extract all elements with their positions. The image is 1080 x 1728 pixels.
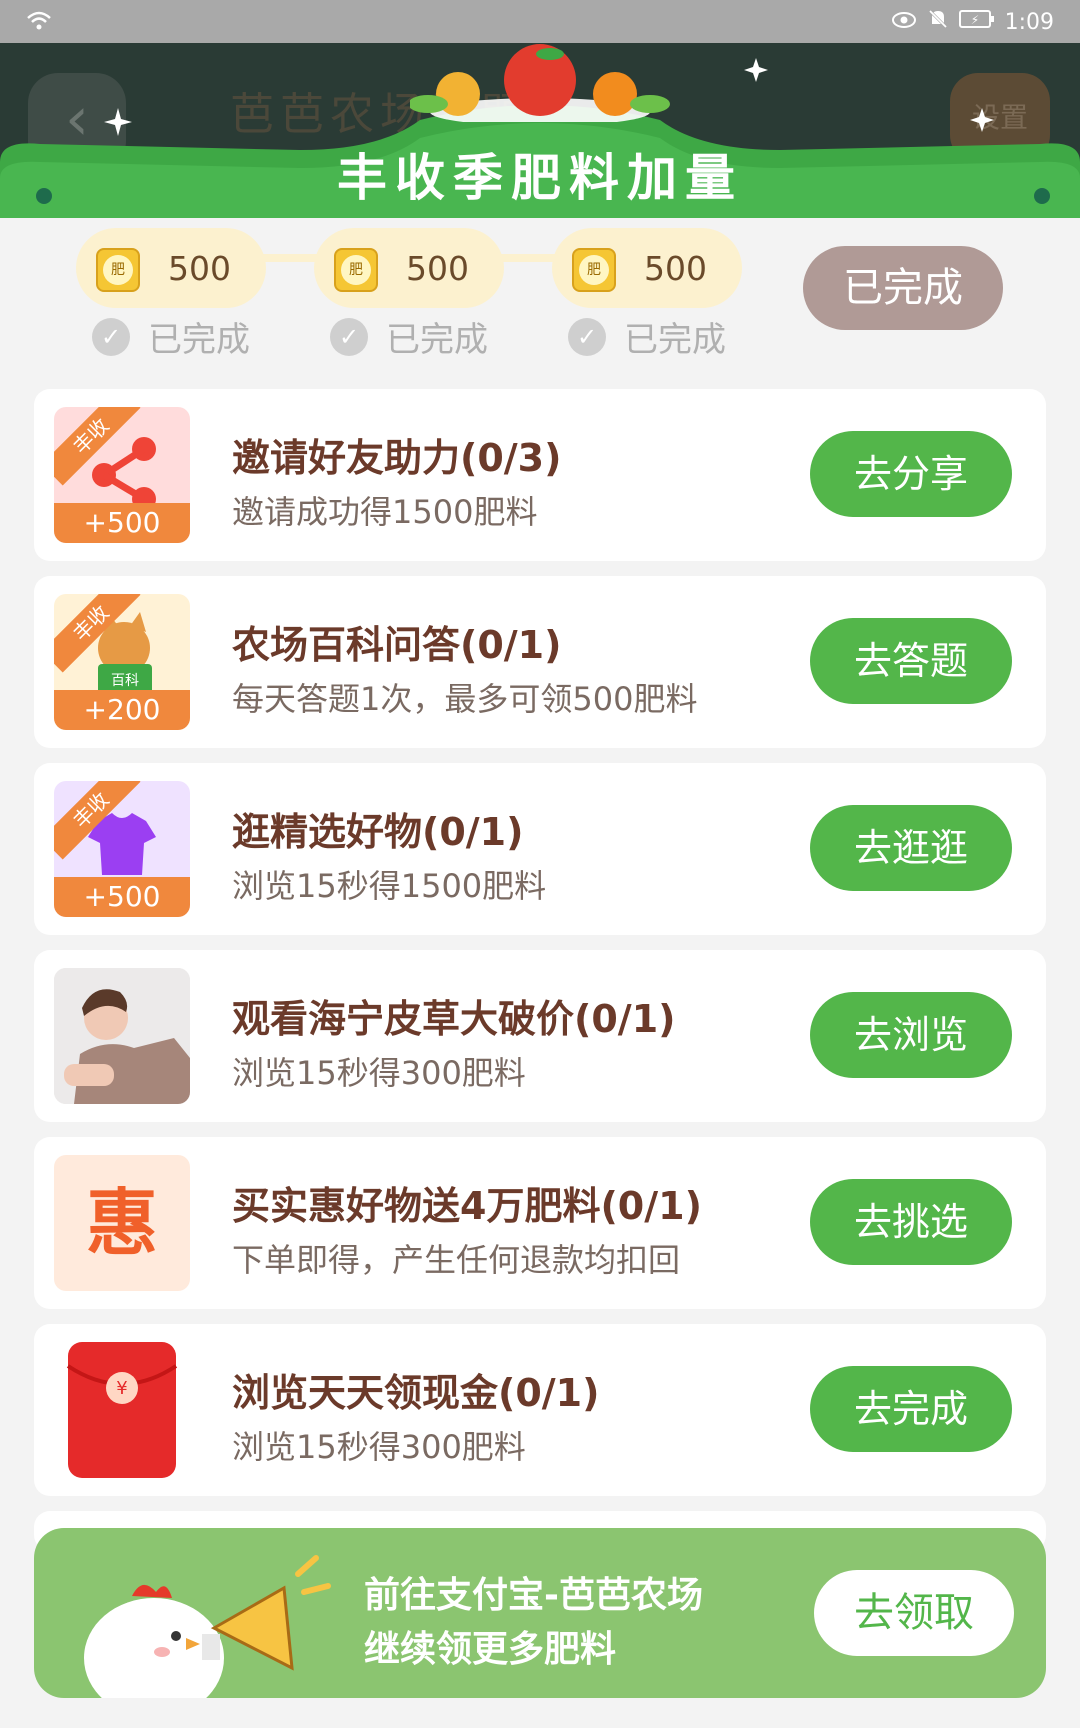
banner-dot [1034, 188, 1050, 204]
battery-icon: ⚡ [958, 9, 995, 35]
red-envelope-icon: ¥ [66, 1342, 178, 1478]
footer-line-1: 前往支付宝-芭芭农场 [364, 1575, 703, 1616]
task-thumbnail: 丰收 +500 [54, 407, 190, 543]
task-card: 丰收 +500 逛精选好物(0/1) 浏览15秒得1500肥料 去逛逛 [34, 763, 1046, 935]
banner-title: 丰收季肥料加量 [337, 149, 743, 207]
task-thumbnail: 百科 丰收 +200 [54, 594, 190, 730]
task-thumbnail: ¥ [54, 1342, 190, 1478]
clock-time: 1:09 [1004, 9, 1054, 35]
progress-value: 500 [406, 249, 469, 288]
fertilizer-bag-icon: 肥 [572, 248, 616, 292]
complete-task-button[interactable]: 去完成 [810, 1366, 1012, 1452]
check-icon: ✓ [92, 317, 130, 356]
progress-step-1: 肥 500 [76, 228, 266, 308]
view-button[interactable]: 去浏览 [810, 992, 1012, 1078]
progress-step-3: 肥 500 [552, 228, 742, 308]
task-thumbnail: 丰收 +500 [54, 781, 190, 917]
check-icon: ✓ [568, 317, 606, 356]
claim-button[interactable]: 去领取 [814, 1570, 1014, 1656]
sparkle-icon [970, 108, 994, 132]
share-button[interactable]: 去分享 [810, 431, 1012, 517]
progress-step-2: 肥 500 [314, 228, 504, 308]
chick-megaphone-icon [84, 1555, 331, 1698]
footer-banner: 前往支付宝-芭芭农场 继续领更多肥料 去领取 [34, 1528, 1046, 1698]
fruit-decoration-icon [410, 44, 670, 122]
answer-button[interactable]: 去答题 [810, 618, 1012, 704]
pick-button[interactable]: 去挑选 [810, 1179, 1012, 1265]
progress-connector [498, 254, 558, 262]
banner-dot [36, 188, 52, 204]
task-desc: 浏览15秒得1500肥料 [232, 867, 547, 905]
progress-connector [260, 254, 320, 262]
progress-value: 500 [644, 249, 707, 288]
task-desc: 邀请成功得1500肥料 [232, 493, 538, 531]
svg-text:¥: ¥ [116, 1378, 127, 1399]
task-desc: 每天答题1次，最多可领500肥料 [232, 680, 698, 718]
svg-text:⚡: ⚡ [970, 13, 978, 27]
progress-value: 500 [168, 249, 231, 288]
main-content: 肥 500 肥 500 肥 500 ✓ 已完成 ✓ 已完成 ✓ 已完成 已完成 … [0, 218, 1080, 1728]
discount-icon: 惠 [54, 1155, 190, 1291]
task-title: 买实惠好物送4万肥料(0/1) [232, 1184, 702, 1228]
step-status: ✓ 已完成 [92, 312, 250, 361]
task-title: 浏览天天领现金(0/1) [232, 1371, 600, 1415]
person-photo [54, 968, 190, 1104]
reward-label: +500 [54, 877, 190, 917]
reward-label: +200 [54, 690, 190, 730]
sparkle-icon [744, 58, 768, 82]
task-card: 观看海宁皮草大破价(0/1) 浏览15秒得300肥料 去浏览 [34, 950, 1046, 1122]
task-title: 农场百科问答(0/1) [232, 623, 562, 667]
task-thumbnail [54, 968, 190, 1104]
svg-text:百科: 百科 [111, 673, 139, 689]
task-desc: 浏览15秒得300肥料 [232, 1054, 526, 1092]
task-card: 丰收 +500 邀请好友助力(0/3) 邀请成功得1500肥料 去分享 [34, 389, 1046, 561]
step-status: ✓ 已完成 [568, 312, 726, 361]
wifi-icon [26, 10, 52, 37]
task-desc: 下单即得，产生任何退款均扣回 [232, 1241, 681, 1279]
task-card: ¥ 浏览天天领现金(0/1) 浏览15秒得300肥料 去完成 [34, 1324, 1046, 1496]
fertilizer-bag-icon: 肥 [96, 248, 140, 292]
footer-line-2: 继续领更多肥料 [364, 1629, 617, 1670]
step-status: ✓ 已完成 [330, 312, 488, 361]
fertilizer-bag-icon: 肥 [334, 248, 378, 292]
task-title: 观看海宁皮草大破价(0/1) [232, 997, 676, 1041]
task-card: 百科 丰收 +200 农场百科问答(0/1) 每天答题1次，最多可领500肥料 … [34, 576, 1046, 748]
completed-button[interactable]: 已完成 [803, 246, 1003, 330]
task-desc: 浏览15秒得300肥料 [232, 1428, 526, 1466]
task-card: 惠 买实惠好物送4万肥料(0/1) 下单即得，产生任何退款均扣回 去挑选 [34, 1137, 1046, 1309]
status-bar: ⚡ 1:09 [0, 0, 1080, 43]
task-title: 逛精选好物(0/1) [232, 810, 524, 854]
check-icon: ✓ [330, 317, 368, 356]
task-title: 邀请好友助力(0/3) [232, 436, 562, 480]
mute-bell-icon [927, 8, 949, 36]
sparkle-icon [104, 108, 132, 136]
eye-icon [891, 10, 917, 35]
browse-button[interactable]: 去逛逛 [810, 805, 1012, 891]
reward-label: +500 [54, 503, 190, 543]
